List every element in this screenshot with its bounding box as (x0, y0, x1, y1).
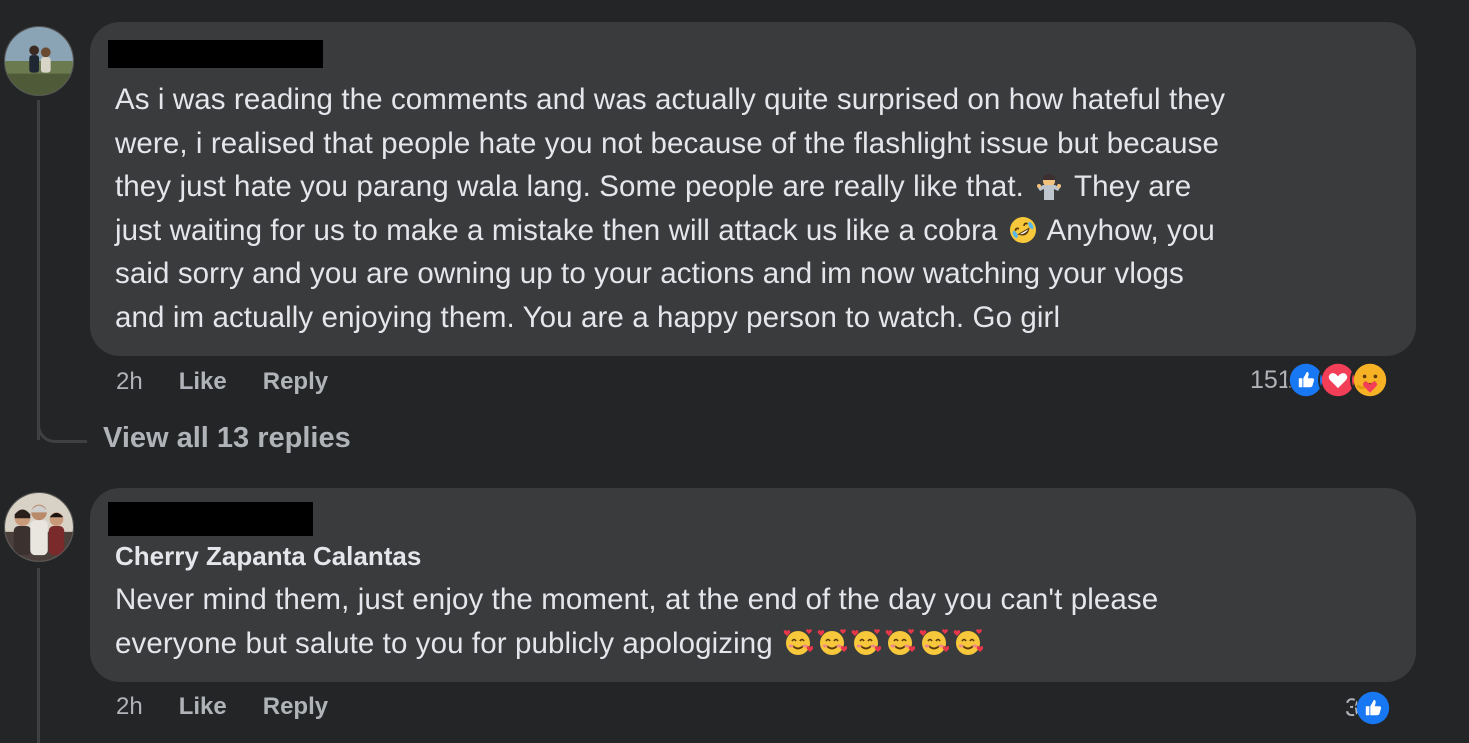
comment-timestamp: 2h (116, 693, 143, 720)
avatar-photo-icon (5, 27, 73, 95)
smiling-face-with-hearts-emoji (885, 627, 916, 657)
smiling-face-with-hearts-emoji (953, 627, 984, 657)
commenter-avatar[interactable] (4, 26, 74, 96)
reply-button[interactable]: Reply (263, 693, 328, 721)
avatar-photo-icon (5, 493, 73, 561)
comment-text-part: Never mind them, just enjoy the moment, … (115, 583, 1159, 660)
like-reaction-icon (1352, 688, 1393, 728)
commenter-avatar[interactable] (4, 492, 74, 562)
comment-actions: 2h Like Reply (116, 368, 328, 396)
redacted-author-name (108, 40, 323, 68)
comment-text: As i was reading the comments and was ac… (115, 78, 1405, 340)
comment-bubble: As i was reading the comments and was ac… (90, 22, 1416, 356)
person-shrugging-emoji (1034, 170, 1064, 201)
view-replies-link[interactable]: View all 13 replies (103, 422, 351, 455)
tagged-user-name[interactable]: Cherry Zapanta Calantas (115, 541, 421, 572)
like-button[interactable]: Like (179, 368, 227, 396)
like-button[interactable]: Like (179, 693, 227, 721)
reaction-summary[interactable]: 3 (1345, 688, 1393, 728)
reply-button[interactable]: Reply (263, 368, 328, 396)
smiling-face-with-hearts-emoji (817, 627, 848, 657)
thread-line (37, 568, 40, 743)
comment-bubble: Cherry Zapanta Calantas Never mind them,… (90, 488, 1416, 682)
smiling-face-with-hearts-emoji (851, 627, 882, 657)
thread-connector (37, 410, 87, 443)
redacted-author-name (108, 502, 313, 536)
thread-line (37, 100, 40, 440)
rolling-on-floor-laughing-emoji (1008, 214, 1038, 244)
comment-text: Never mind them, just enjoy the moment, … (115, 578, 1405, 665)
reaction-summary[interactable]: 151 (1250, 360, 1390, 400)
care-reaction-icon (1349, 360, 1390, 400)
smiling-face-with-hearts-emoji (783, 627, 814, 657)
comment-actions: 2h Like Reply (116, 693, 328, 721)
smiling-face-with-hearts-emoji (919, 627, 950, 657)
comment-timestamp: 2h (116, 368, 143, 395)
